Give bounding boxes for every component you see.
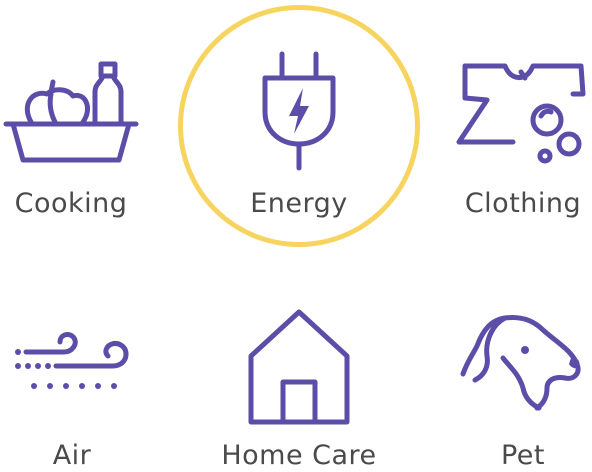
cooking-basket-icon (3, 61, 139, 163)
category-pet[interactable]: Pet (443, 262, 592, 472)
category-clothing[interactable]: Clothing (443, 10, 592, 220)
dog-icon (460, 315, 581, 411)
category-air[interactable]: Air (0, 262, 152, 472)
plug-icon (262, 51, 336, 171)
shirt-icon (456, 63, 586, 164)
category-home-care[interactable]: Home Care (219, 262, 379, 472)
wind-icon (15, 332, 129, 389)
category-label: Cooking (14, 188, 128, 219)
house-icon (248, 309, 350, 425)
category-label: Clothing (464, 188, 582, 219)
category-label: Energy (250, 188, 348, 219)
category-energy[interactable]: Energy (219, 10, 379, 220)
category-cooking[interactable]: Cooking (0, 10, 151, 220)
